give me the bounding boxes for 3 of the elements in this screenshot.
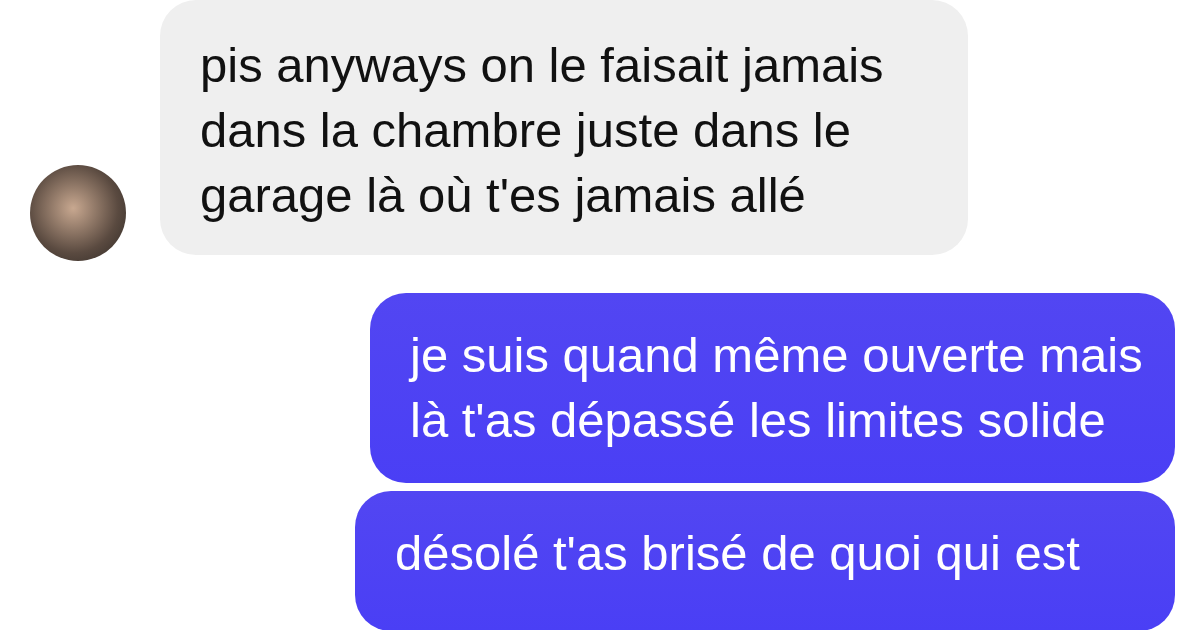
received-message: pis anyways on le faisait jamais dans la chambre juste dans le garage là où t'es jamais allé: [160, 0, 968, 255]
sent-message: je suis quand même ouverte mais là t'as dépassé les limites solide: [370, 293, 1175, 483]
sent-message: désolé t'as brisé de quoi qui est: [355, 491, 1175, 630]
